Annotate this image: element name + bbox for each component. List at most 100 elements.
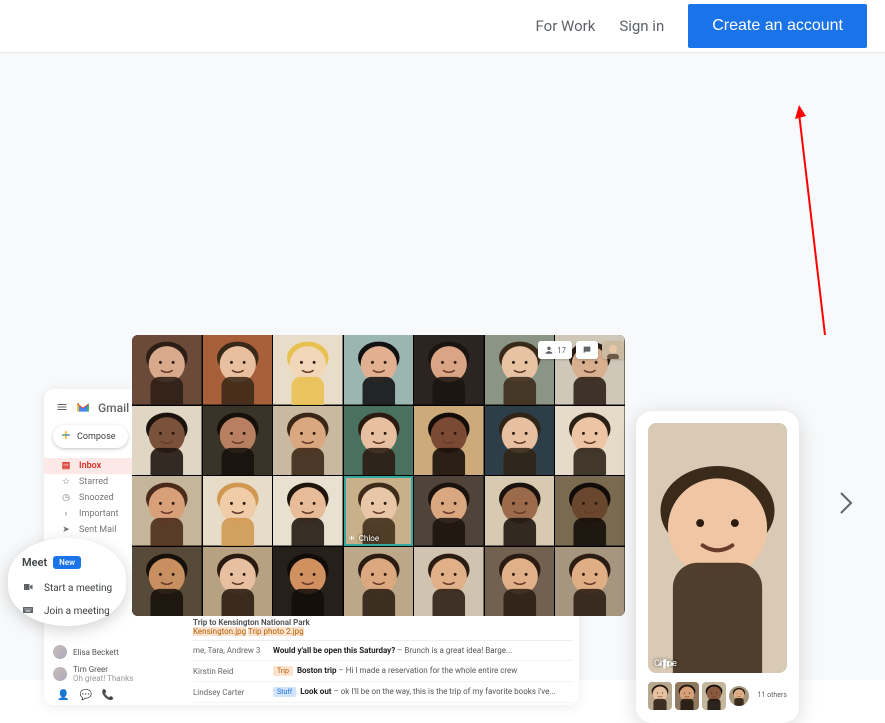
label-chip: Stuff [273, 687, 296, 697]
star-icon: ☆ [61, 477, 71, 487]
video-tile[interactable] [344, 335, 414, 405]
folder-label: Sent Mail [79, 525, 116, 535]
participant-count: 17 [557, 346, 566, 355]
video-tile[interactable] [555, 476, 625, 546]
gmail-hangouts: Elisa Beckett Tim GreerOh great! Thanks 👤 💬… [53, 642, 157, 701]
carousel-next-button[interactable] [839, 491, 855, 519]
folder-label: Snoozed [79, 493, 114, 503]
video-tile[interactable] [273, 476, 343, 546]
label-chip: Trip [273, 666, 293, 676]
person-icon[interactable]: 👤 [57, 690, 69, 701]
video-tile[interactable] [132, 476, 202, 546]
start-meeting-label: Start a meeting [44, 583, 112, 594]
video-tile[interactable] [485, 406, 555, 476]
arrow-icon: › [61, 509, 71, 519]
new-badge: New [53, 556, 81, 569]
contact-name: Elisa Beckett [73, 648, 119, 657]
video-tile[interactable] [273, 406, 343, 476]
video-tile[interactable] [203, 335, 273, 405]
self-thumbnail[interactable] [602, 341, 624, 359]
email-preview: ok I'll be on the way, this is the trip … [341, 687, 556, 696]
meet-bubble: Meet New Start a meeting Join a meeting [8, 538, 126, 626]
video-tile[interactable] [344, 547, 414, 617]
plus-icon [61, 430, 71, 443]
video-top-controls: 17 [538, 341, 624, 359]
video-tile[interactable] [414, 406, 484, 476]
top-header: For Work Sign in Create an account [0, 0, 885, 53]
video-tile[interactable] [132, 547, 202, 617]
folder-label: Starred [79, 477, 108, 487]
annotation-arrow [795, 105, 835, 345]
clock-icon: ◷ [61, 493, 71, 503]
hangout-contact[interactable]: Elisa Beckett [53, 642, 157, 662]
join-meeting-row[interactable]: Join a meeting [22, 600, 116, 623]
video-camera-icon [22, 581, 34, 596]
video-tile[interactable] [414, 547, 484, 617]
video-tile[interactable] [555, 547, 625, 617]
video-tile[interactable]: Chloe [344, 476, 414, 546]
avatar [53, 667, 67, 681]
video-tile[interactable] [485, 547, 555, 617]
phone-icon[interactable]: 📞 [102, 690, 114, 701]
create-account-button[interactable]: Create an account [688, 4, 867, 48]
video-tile[interactable] [414, 335, 484, 405]
email-sender: me, Tara, Andrew 3 [193, 646, 263, 655]
gmail-category-row: Trip to Kensington National Park Kensing… [193, 614, 573, 641]
start-meeting-row[interactable]: Start a meeting [22, 577, 116, 600]
video-tile[interactable] [132, 406, 202, 476]
attachment-chip: Trip photo 2.jpg [248, 627, 304, 636]
video-tile[interactable] [273, 547, 343, 617]
email-row[interactable]: Lindsey CarterStuffLook out – ok I'll be… [193, 682, 573, 703]
gmail-brand-label: Gmail [98, 401, 129, 415]
hangout-contact[interactable]: Tim GreerOh great! Thanks [53, 662, 157, 686]
phone-main-video: Chloe [648, 423, 787, 673]
video-tile[interactable] [273, 335, 343, 405]
phone-thumbnail[interactable] [675, 682, 699, 710]
video-tile[interactable] [203, 547, 273, 617]
email-row[interactable]: Jesse LawrenceWant your advice on some p… [193, 703, 573, 705]
email-sender: Kirstin Reid [193, 667, 263, 676]
phone-thumbnail[interactable] [702, 682, 726, 710]
gmail-logo-icon [76, 398, 90, 417]
email-row[interactable]: me, Tara, Andrew 3Would y'all be open th… [193, 641, 573, 661]
video-grid: Chloe [132, 335, 625, 616]
email-preview: Hi I made a reservation for the whole en… [346, 666, 518, 675]
participant-count-chip[interactable]: 17 [538, 341, 572, 359]
sign-in-link[interactable]: Sign in [619, 17, 664, 35]
contact-name: Tim Greer [73, 665, 133, 674]
speaking-icon [648, 655, 683, 673]
active-speaker-label: Chloe [348, 534, 379, 543]
hero-area: Gmail Compose ▤Inbox☆Starred◷Snoozed›Imp… [0, 53, 885, 680]
for-work-link[interactable]: For Work [536, 17, 596, 35]
video-tile[interactable] [203, 406, 273, 476]
phone-thumbnail[interactable] [648, 682, 672, 710]
email-sender: Lindsey Carter [193, 688, 263, 697]
join-meeting-label: Join a meeting [44, 606, 110, 617]
chat-icon [582, 345, 592, 355]
video-tile[interactable] [555, 406, 625, 476]
video-tile[interactable] [132, 335, 202, 405]
email-subject: Look out [300, 687, 331, 696]
phone-thumbnail[interactable] [729, 686, 749, 706]
avatar [53, 645, 67, 659]
others-count-label: 11 others [758, 692, 787, 700]
compose-button[interactable]: Compose [53, 425, 128, 448]
phone-thumbnails: 11 others [648, 681, 787, 711]
video-tile[interactable] [344, 406, 414, 476]
hangouts-footer-icons: 👤 💬 📞 [53, 686, 157, 701]
folder-label: Inbox [79, 461, 101, 471]
attachment-chip: Kensington.jpg [193, 627, 246, 636]
phone-mock: Chloe 11 others [636, 411, 799, 723]
video-tile[interactable] [485, 476, 555, 546]
menu-icon [56, 398, 68, 417]
video-tile[interactable] [414, 476, 484, 546]
keyboard-icon [22, 604, 34, 619]
chevron-right-icon [839, 491, 855, 515]
email-row[interactable]: Kirstin ReidTripBoston trip – Hi I made … [193, 661, 573, 682]
people-icon [544, 345, 554, 355]
contact-status: Oh great! Thanks [73, 674, 133, 683]
video-tile[interactable] [203, 476, 273, 546]
chat-chip[interactable] [576, 341, 598, 359]
chat-icon[interactable]: 💬 [79, 690, 91, 701]
meet-title: Meet [22, 556, 47, 569]
